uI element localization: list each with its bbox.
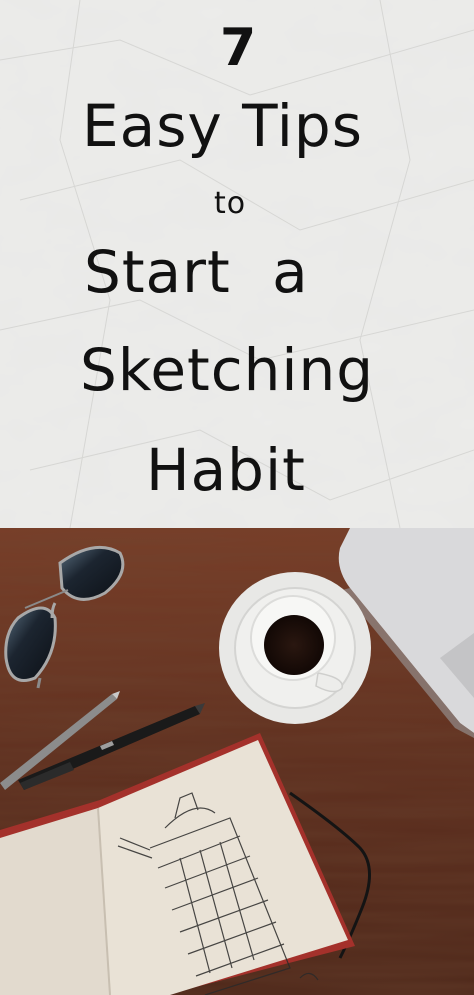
crumpled-paper-header: 7 Easy Tips to Start a Sketching Habit xyxy=(0,0,474,528)
title-line-1: Easy Tips xyxy=(82,92,363,160)
pin-card: 7 Easy Tips to Start a Sketching Habit xyxy=(0,0,474,995)
desk-photo xyxy=(0,528,474,995)
title-line-5: Habit xyxy=(146,436,306,504)
title-line-3: Start a xyxy=(84,238,309,306)
pin-title: 7 Easy Tips to Start a Sketching Habit xyxy=(0,0,474,528)
title-line-2: to xyxy=(214,186,247,221)
title-number: 7 xyxy=(220,18,258,78)
title-line-4: Sketching xyxy=(80,336,375,404)
desk-scene xyxy=(0,528,474,995)
coffee-cup-icon xyxy=(219,572,371,724)
